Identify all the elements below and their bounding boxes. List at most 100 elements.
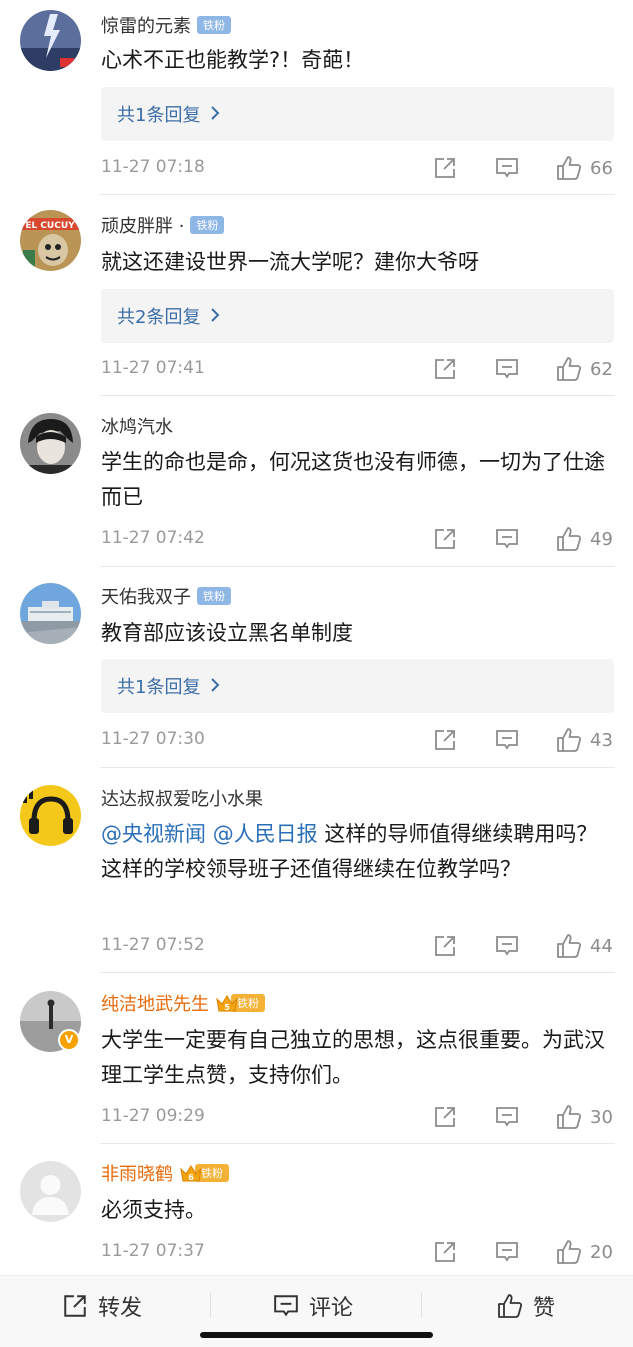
repost-button[interactable]: 转发 [62,1290,142,1322]
like-count: 30 [590,1106,613,1128]
fan-level: 6 [188,1173,194,1182]
fan-level: 5 [224,1003,230,1012]
person-avatar-icon [20,413,81,474]
share-icon[interactable] [433,354,457,384]
comment-label: 评论 [309,1296,354,1321]
comment-icon[interactable] [495,1237,519,1267]
cartoon-avatar-icon: EL CUCUY [20,210,81,271]
like-count: 62 [590,358,613,380]
like-count: 44 [590,935,613,957]
divider [100,1143,615,1144]
avatar[interactable] [20,10,81,71]
reply-expand[interactable]: 共2条回复 [101,289,614,343]
timestamp: 11-27 07:30 [101,729,205,749]
like-button[interactable]: 30 [556,1102,613,1132]
divider [421,1292,422,1318]
like-label: 赞 [533,1296,556,1321]
share-icon[interactable] [433,725,457,755]
like-count: 49 [590,528,613,550]
fan-badge: 铁粉 [197,587,231,605]
share-icon[interactable] [433,153,457,183]
crown-icon: 5 [215,993,239,1013]
user-name[interactable]: 达达叔叔爱吃小水果 [101,785,263,811]
like-count: 20 [590,1241,613,1263]
timestamp: 11-27 09:29 [101,1106,205,1126]
comment-icon[interactable] [495,354,519,384]
comment-text: @央视新闻 @人民日报 这样的导师值得继续聘用吗？这样的学校领导班子还值得继续在… [101,817,606,887]
user-name[interactable]: 非雨晓鹤 [101,1160,173,1186]
like-button[interactable]: 20 [556,1237,613,1267]
timestamp: 11-27 07:41 [101,358,205,378]
comment-text: 必须支持。 [101,1198,206,1222]
like-button[interactable]: 赞 [497,1290,555,1322]
chevron-right-icon [210,104,220,125]
share-icon [64,1295,86,1317]
user-name[interactable]: 顽皮胖胖 · [101,212,184,238]
comment-icon[interactable] [495,931,519,961]
like-button[interactable]: 66 [556,153,613,183]
comment-text: 心术不正也能教学?！奇葩！ [101,48,365,72]
thumbs-up-icon [557,1240,582,1264]
svg-text:EL CUCUY: EL CUCUY [25,221,75,231]
reply-expand[interactable]: 共1条回复 [101,659,614,713]
user-name[interactable]: 惊雷的元素 [101,12,191,38]
chevron-right-icon [210,676,220,697]
comment-icon[interactable] [495,153,519,183]
thumbs-up-icon [557,527,582,551]
lightning-avatar-icon [20,10,81,71]
avatar[interactable]: EL CUCUY [20,210,81,271]
headphones-avatar-icon [20,785,81,846]
reply-count: 共2条回复 [117,307,201,328]
timestamp: 11-27 07:18 [101,157,205,177]
like-button[interactable]: 62 [556,354,613,384]
divider [100,972,615,973]
fan-badge: 铁粉 [190,216,225,234]
like-button[interactable]: 49 [556,524,613,554]
reply-count: 共1条回复 [117,105,201,126]
timestamp: 11-27 07:52 [101,935,205,955]
building-avatar-icon [20,583,81,644]
thumbs-up-icon [557,728,582,752]
fan-badge: 铁粉 [197,16,231,34]
bottom-action-bar: 转发 评论 赞 [0,1275,633,1347]
timestamp: 11-27 07:42 [101,528,205,548]
like-count: 66 [590,157,613,179]
comment-text: 学生的命也是命，何况这货也没有师德，一切为了仕途而已 [101,450,605,509]
like-button[interactable]: 44 [556,931,613,961]
like-button[interactable]: 43 [556,725,613,755]
share-icon[interactable] [433,931,457,961]
mention-link[interactable]: @央视新闻 [101,822,206,846]
comment-icon[interactable] [495,524,519,554]
divider [100,767,615,768]
reply-expand[interactable]: 共1条回复 [101,87,614,141]
mention-link[interactable]: @人民日报 [213,822,318,846]
divider [100,566,615,567]
comment-text: 大学生一定要有自己独立的思想，这点很重要。为武汉理工学生点赞，支持你们。 [101,1028,605,1087]
divider [100,194,615,195]
chevron-right-icon [210,306,220,327]
home-indicator[interactable] [200,1332,433,1338]
share-icon[interactable] [433,1102,457,1132]
avatar[interactable] [20,583,81,644]
comment-icon[interactable] [495,1102,519,1132]
share-icon[interactable] [433,524,457,554]
user-name[interactable]: 天佑我双子 [101,583,191,609]
comment-icon[interactable] [495,725,519,755]
user-name[interactable]: 冰鸠汽水 [101,413,173,439]
fan-level-badge: 6 铁粉 [179,1163,229,1183]
divider [100,395,615,396]
repost-label: 转发 [98,1296,143,1321]
avatar[interactable] [20,1161,81,1222]
avatar[interactable] [20,413,81,474]
avatar[interactable] [20,785,81,846]
thumbs-up-icon [557,357,582,381]
like-count: 43 [590,729,613,751]
share-icon[interactable] [433,1237,457,1267]
crown-icon: 6 [179,1163,203,1183]
thumbs-up-icon [557,934,582,958]
comment-button[interactable]: 评论 [273,1290,353,1322]
default-avatar-icon [20,1161,81,1222]
comment-icon [274,1295,298,1317]
user-name[interactable]: 纯洁地武先生 [101,990,209,1016]
verified-v-icon: V [58,1029,80,1051]
